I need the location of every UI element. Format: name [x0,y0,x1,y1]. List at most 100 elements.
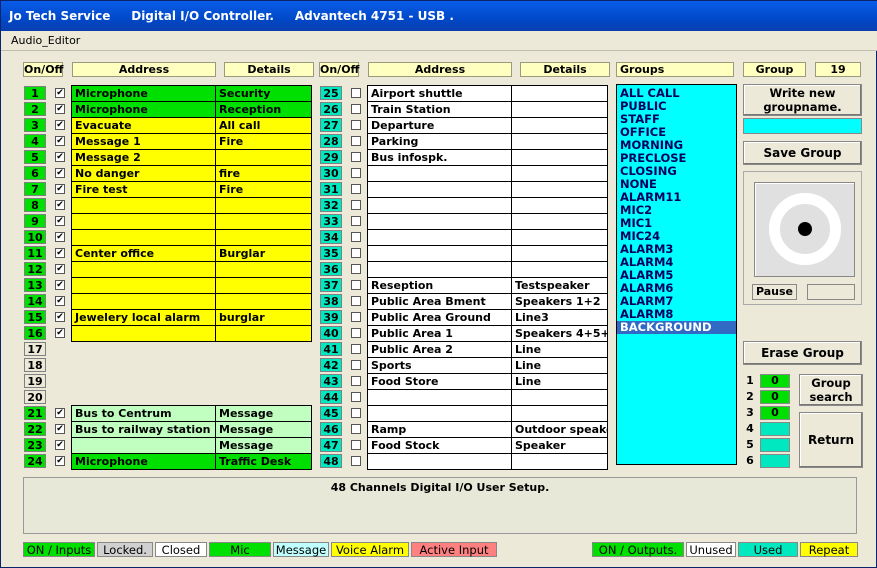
input-details-cell[interactable]: Message [215,437,312,454]
channel-number[interactable]: 12 [24,262,46,276]
output-address-cell[interactable]: Food Store [367,373,512,390]
output-address-cell[interactable]: Public Area 1 [367,325,512,342]
input-details-cell[interactable] [215,325,312,342]
channel-checkbox[interactable] [351,376,361,386]
output-details-cell[interactable] [511,85,608,102]
output-details-cell[interactable] [511,389,608,406]
output-address-cell[interactable]: Bus infospk. [367,149,512,166]
channel-number[interactable]: 44 [320,390,342,404]
output-details-cell[interactable] [511,453,608,470]
channel-number[interactable]: 46 [320,422,342,436]
output-address-cell[interactable]: Departure [367,117,512,134]
channel-number[interactable]: 6 [24,166,46,180]
menu-item-audio-editor[interactable]: Audio_Editor [11,34,80,47]
output-details-cell[interactable] [511,245,608,262]
output-details-cell[interactable] [511,117,608,134]
channel-checkbox[interactable]: ✔ [55,120,65,130]
output-details-cell[interactable] [511,405,608,422]
input-details-cell[interactable]: fire [215,165,312,182]
channel-number[interactable]: 48 [320,454,342,468]
channel-checkbox[interactable]: ✔ [55,264,65,274]
channel-number[interactable]: 7 [24,182,46,196]
channel-checkbox[interactable] [351,360,361,370]
channel-checkbox[interactable]: ✔ [55,328,65,338]
channel-number[interactable]: 10 [24,230,46,244]
channel-number[interactable]: 1 [24,86,46,100]
output-address-cell[interactable] [367,213,512,230]
channel-checkbox[interactable]: ✔ [55,312,65,322]
channel-checkbox[interactable] [351,248,361,258]
output-address-cell[interactable] [367,389,512,406]
output-details-cell[interactable] [511,181,608,198]
channel-checkbox[interactable] [351,408,361,418]
channel-number[interactable]: 17 [24,342,46,356]
channel-checkbox[interactable]: ✔ [55,152,65,162]
output-details-cell[interactable]: Testspeaker [511,277,608,294]
channel-checkbox[interactable]: ✔ [55,248,65,258]
channel-number[interactable]: 42 [320,358,342,372]
output-address-cell[interactable]: Train Station [367,101,512,118]
output-address-cell[interactable]: Food Stock [367,437,512,454]
channel-checkbox[interactable]: ✔ [55,456,65,466]
output-details-cell[interactable] [511,213,608,230]
output-details-cell[interactable]: Line [511,373,608,390]
input-address-cell[interactable] [71,197,216,214]
input-address-cell[interactable] [71,325,216,342]
output-details-cell[interactable] [511,197,608,214]
channel-number[interactable]: 20 [24,390,46,404]
write-new-groupname-button[interactable]: Write new groupname. [743,84,862,116]
groupname-input[interactable] [743,118,862,134]
channel-checkbox[interactable]: ✔ [55,200,65,210]
channel-number[interactable]: 8 [24,198,46,212]
channel-checkbox[interactable] [351,392,361,402]
channel-checkbox[interactable] [351,344,361,354]
channel-number[interactable]: 3 [24,118,46,132]
channel-number[interactable]: 40 [320,326,342,340]
output-details-cell[interactable] [511,229,608,246]
channel-checkbox[interactable]: ✔ [55,440,65,450]
input-address-cell[interactable] [71,293,216,310]
channel-checkbox[interactable] [351,168,361,178]
channel-checkbox[interactable] [351,136,361,146]
channel-checkbox[interactable] [351,456,361,466]
channel-number[interactable]: 37 [320,278,342,292]
input-address-cell[interactable]: Microphone [71,85,216,102]
input-address-cell[interactable] [71,437,216,454]
input-details-cell[interactable]: Security [215,85,312,102]
output-address-cell[interactable]: Parking [367,133,512,150]
output-details-cell[interactable]: Speakers 4+5+6 [511,325,608,342]
output-address-cell[interactable] [367,261,512,278]
return-button[interactable]: Return [799,412,863,468]
channel-checkbox[interactable]: ✔ [55,280,65,290]
channel-number[interactable]: 2 [24,102,46,116]
input-address-cell[interactable]: Bus to railway station [71,421,216,438]
group-item[interactable]: BACKGROUND [617,321,736,334]
pause-toggle[interactable]: Pause [752,284,797,300]
channel-number[interactable]: 4 [24,134,46,148]
channel-number[interactable]: 47 [320,438,342,452]
input-address-cell[interactable]: Bus to Centrum [71,405,216,422]
input-details-cell[interactable]: Message [215,405,312,422]
input-address-cell[interactable] [71,277,216,294]
input-details-cell[interactable] [215,261,312,278]
groups-list[interactable]: ALL CALL PUBLIC STAFF OFFICE MORNING PRECLOSE… [616,84,737,465]
channel-number[interactable]: 23 [24,438,46,452]
channel-number[interactable]: 5 [24,150,46,164]
save-group-button[interactable]: Save Group [743,141,862,165]
input-details-cell[interactable]: Traffic Desk [215,453,312,470]
channel-checkbox[interactable] [351,264,361,274]
channel-number[interactable]: 32 [320,198,342,212]
channel-checkbox[interactable] [351,280,361,290]
input-details-cell[interactable]: Fire [215,181,312,198]
output-details-cell[interactable]: Line [511,341,608,358]
output-address-cell[interactable] [367,181,512,198]
input-address-cell[interactable]: No danger [71,165,216,182]
channel-checkbox[interactable] [351,296,361,306]
channel-checkbox[interactable]: ✔ [55,424,65,434]
channel-number[interactable]: 33 [320,214,342,228]
input-address-cell[interactable] [71,229,216,246]
channel-checkbox[interactable] [351,312,361,322]
output-address-cell[interactable]: Sports [367,357,512,374]
input-details-cell[interactable] [215,213,312,230]
group-search-button[interactable]: Group search [799,374,863,406]
